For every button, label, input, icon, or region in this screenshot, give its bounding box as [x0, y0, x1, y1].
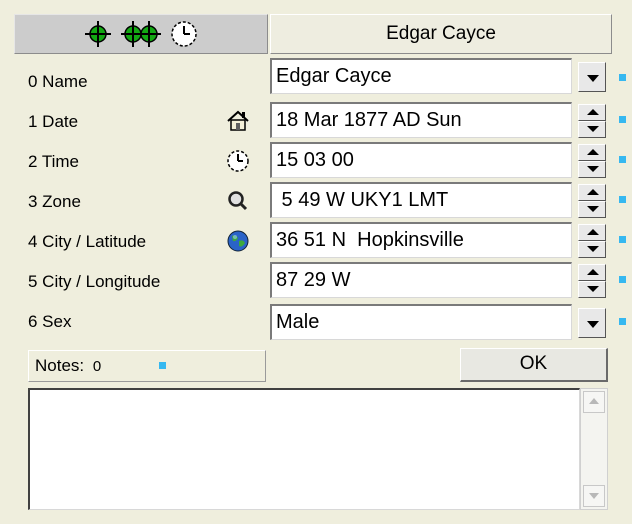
longitude-spinner[interactable]	[578, 264, 606, 298]
time-indicator	[619, 156, 626, 163]
date-spinner[interactable]	[578, 104, 606, 138]
double-crosshair-icon[interactable]	[119, 19, 163, 49]
date-field[interactable]: 18 Mar 1877 AD Sun	[270, 102, 572, 138]
zone-field[interactable]: 5 49 W UKY1 LMT	[270, 182, 572, 218]
date-label: 1 Date	[28, 112, 79, 131]
name-field[interactable]: Edgar Cayce	[270, 58, 572, 94]
longitude-spin-down-button[interactable]	[578, 281, 606, 298]
clock-icon[interactable]	[169, 19, 199, 49]
house-icon[interactable]	[226, 109, 250, 133]
scroll-up-icon[interactable]	[583, 391, 605, 413]
magnifier-icon[interactable]	[226, 189, 250, 213]
longitude-indicator	[619, 276, 626, 283]
zone-indicator	[619, 196, 626, 203]
latitude-indicator	[619, 236, 626, 243]
chart-name-header[interactable]: Edgar Cayce	[270, 14, 612, 54]
zone-spinner[interactable]	[578, 184, 606, 218]
sex-label: 6 Sex	[28, 312, 72, 331]
notes-label: Notes:	[35, 356, 85, 375]
notes-scrollbar[interactable]	[580, 388, 608, 510]
latitude-spin-down-button[interactable]	[578, 241, 606, 258]
latitude-spin-up-button[interactable]	[578, 224, 606, 241]
sex-field[interactable]: Male	[270, 304, 572, 340]
notes-count: 0	[92, 358, 102, 375]
time-field[interactable]: 15 03 00	[270, 142, 572, 178]
latitude-spinner[interactable]	[578, 224, 606, 258]
sex-dropdown-button[interactable]	[578, 308, 606, 338]
time-spin-down-button[interactable]	[578, 161, 606, 178]
date-spin-up-button[interactable]	[578, 104, 606, 121]
toolbar	[14, 14, 268, 54]
name-dropdown-button[interactable]	[578, 62, 606, 92]
clock-icon[interactable]	[226, 149, 250, 173]
name-label: 0 Name	[28, 72, 88, 91]
scroll-down-icon[interactable]	[583, 485, 605, 507]
latitude-label: 4 City / Latitude	[28, 232, 147, 251]
zone-spin-down-button[interactable]	[578, 201, 606, 218]
longitude-label: 5 City / Longitude	[28, 272, 161, 291]
date-indicator	[619, 116, 626, 123]
time-spinner[interactable]	[578, 144, 606, 178]
time-spin-up-button[interactable]	[578, 144, 606, 161]
ok-button[interactable]: OK	[460, 348, 608, 382]
notes-textarea[interactable]	[28, 388, 580, 510]
notes-indicator	[159, 362, 166, 369]
time-label: 2 Time	[28, 152, 80, 171]
longitude-field[interactable]: 87 29 W	[270, 262, 572, 298]
crosshair-icon[interactable]	[83, 19, 113, 49]
zone-spin-up-button[interactable]	[578, 184, 606, 201]
date-spin-down-button[interactable]	[578, 121, 606, 138]
zone-label: 3 Zone	[28, 192, 81, 211]
name-indicator	[619, 74, 626, 81]
notes-header: Notes: 0	[28, 350, 266, 382]
latitude-field[interactable]: 36 51 N Hopkinsville	[270, 222, 572, 258]
chart-data-panel: Edgar Cayce 0 Name Edgar Cayce 1 Date 18…	[0, 0, 632, 524]
longitude-spin-up-button[interactable]	[578, 264, 606, 281]
globe-icon[interactable]	[226, 229, 250, 253]
sex-indicator	[619, 318, 626, 325]
